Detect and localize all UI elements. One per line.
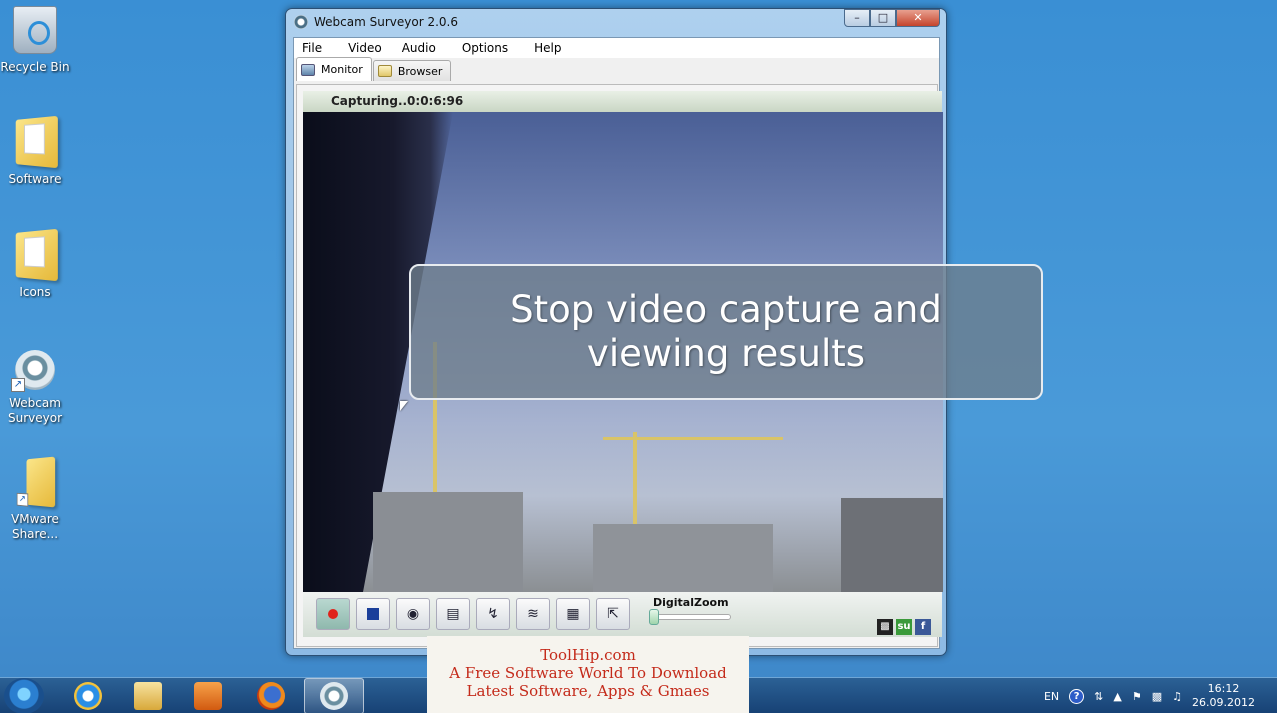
action-center-icon[interactable]: ⚑ bbox=[1132, 690, 1142, 703]
title-bar[interactable]: Webcam Surveyor 2.0.6 – □ ✕ bbox=[286, 9, 946, 35]
desktop-icon-label: Icons bbox=[19, 285, 51, 299]
digital-zoom-slider[interactable] bbox=[653, 614, 731, 620]
digital-zoom-label: DigitalZoom bbox=[653, 596, 729, 609]
digital-zoom-thumb[interactable] bbox=[649, 609, 659, 625]
desktop-icon-label: VMware Share... bbox=[11, 512, 59, 541]
desktop-icon-label: Software bbox=[8, 172, 62, 186]
minimize-button[interactable]: – bbox=[844, 9, 870, 27]
tutorial-caption: Stop video capture and viewing results bbox=[409, 264, 1043, 400]
menu-file[interactable]: File bbox=[298, 41, 334, 55]
fullscreen-icon: ⇱ bbox=[607, 606, 619, 622]
mouse-cursor-icon bbox=[400, 401, 408, 411]
media-player-icon bbox=[194, 682, 222, 710]
recycle-bin-icon bbox=[13, 6, 57, 54]
help-icon[interactable]: ? bbox=[1069, 688, 1085, 704]
screen-capture-icon: ▦ bbox=[566, 606, 580, 622]
show-hidden-icons-icon[interactable]: ▲ bbox=[1113, 690, 1121, 703]
video-file-icon: ▤ bbox=[446, 606, 460, 622]
taskbar-internet-explorer[interactable] bbox=[58, 678, 118, 713]
desktop-icon-label: Webcam Surveyor bbox=[7, 396, 63, 425]
capture-status: Capturing..0:0:6:96 bbox=[303, 91, 942, 112]
taskbar-media-player[interactable] bbox=[178, 678, 238, 713]
motion-detector-button[interactable]: ↯ bbox=[476, 598, 510, 630]
menu-bar: File Video Audio Options Help bbox=[294, 38, 939, 58]
folder-icon: ↗ bbox=[16, 456, 56, 508]
delicious-icon[interactable]: ▩ bbox=[877, 619, 893, 635]
watermark-line-1: ToolHip.com bbox=[540, 646, 636, 664]
maximize-button[interactable]: □ bbox=[870, 9, 896, 27]
stop-icon bbox=[367, 608, 379, 620]
desktop-icon-icons[interactable]: Icons bbox=[0, 228, 70, 300]
watermark-line-3: Latest Software, Apps & Gmaes bbox=[466, 682, 710, 700]
tab-label: Monitor bbox=[321, 63, 363, 76]
tab-browser[interactable]: Browser bbox=[372, 60, 452, 81]
facebook-icon[interactable]: f bbox=[915, 619, 931, 635]
site-watermark: ToolHip.com A Free Software World To Dow… bbox=[427, 636, 749, 713]
desktop-icon-label: Recycle Bin bbox=[0, 60, 70, 74]
shortcut-arrow-icon: ↗ bbox=[11, 378, 25, 392]
motion-detector-icon: ↯ bbox=[487, 606, 499, 622]
tab-label: Browser bbox=[397, 64, 443, 78]
record-button[interactable] bbox=[316, 598, 350, 630]
stop-button[interactable] bbox=[356, 598, 390, 630]
screen-capture-button[interactable]: ▦ bbox=[556, 598, 590, 630]
record-icon bbox=[328, 609, 338, 619]
tab-strip: Monitor Browser bbox=[296, 57, 452, 81]
clock-time: 16:12 bbox=[1207, 682, 1240, 695]
desktop-icon-software[interactable]: Software bbox=[0, 115, 70, 187]
desktop-icon-recycle-bin[interactable]: Recycle Bin bbox=[0, 6, 70, 75]
window-title: Webcam Surveyor 2.0.6 bbox=[314, 15, 458, 29]
menu-help[interactable]: Help bbox=[520, 41, 573, 55]
wireless-broadcast-icon: ≋ bbox=[527, 606, 539, 622]
control-toolbar: ◉ ▤ ↯ ≋ ▦ ⇱ DigitalZoom ▩ su f bbox=[303, 592, 942, 637]
broadcast-button[interactable]: ≋ bbox=[516, 598, 550, 630]
fullscreen-button[interactable]: ⇱ bbox=[596, 598, 630, 630]
taskbar-explorer[interactable] bbox=[118, 678, 178, 713]
network-icon[interactable]: ▩ bbox=[1152, 690, 1162, 703]
webcam-app-icon bbox=[294, 15, 308, 29]
menu-options[interactable]: Options bbox=[448, 41, 520, 55]
clock[interactable]: 16:12 26.09.2012 bbox=[1192, 682, 1255, 710]
desktop-icon-vmware-share[interactable]: ↗ VMware Share... bbox=[0, 456, 70, 542]
internet-explorer-icon bbox=[74, 682, 102, 710]
stumbleupon-icon[interactable]: su bbox=[896, 619, 912, 635]
volume-icon[interactable]: ♫ bbox=[1172, 690, 1182, 703]
firefox-icon bbox=[257, 682, 285, 710]
folder-icon bbox=[15, 228, 58, 282]
folder-icon bbox=[134, 682, 162, 710]
caption-line-1: Stop video capture and bbox=[510, 288, 942, 331]
tab-monitor[interactable]: Monitor bbox=[296, 57, 372, 81]
monitor-icon bbox=[301, 63, 315, 76]
shortcut-arrow-icon: ↗ bbox=[16, 492, 29, 507]
language-indicator[interactable]: EN bbox=[1044, 690, 1059, 703]
start-button[interactable] bbox=[4, 678, 44, 713]
desktop-icon-webcam-surveyor[interactable]: ↗ Webcam Surveyor bbox=[0, 346, 70, 426]
show-desktop-icon[interactable]: ⇅ bbox=[1094, 690, 1103, 703]
menu-audio[interactable]: Audio bbox=[394, 41, 448, 55]
webcam-icon: ↗ bbox=[11, 346, 57, 392]
system-tray: EN ? ⇅ ▲ ⚑ ▩ ♫ 16:12 26.09.2012 bbox=[1044, 678, 1277, 713]
menu-video[interactable]: Video bbox=[334, 41, 394, 55]
clock-date: 26.09.2012 bbox=[1192, 696, 1255, 709]
taskbar-firefox[interactable] bbox=[241, 678, 301, 713]
folder-icon bbox=[377, 65, 392, 77]
video-file-button[interactable]: ▤ bbox=[436, 598, 470, 630]
webcam-icon bbox=[320, 682, 348, 710]
snapshot-icon: ◉ bbox=[406, 606, 420, 622]
folder-icon bbox=[15, 115, 58, 169]
snapshot-button[interactable]: ◉ bbox=[396, 598, 430, 630]
taskbar-webcam-surveyor[interactable] bbox=[304, 678, 364, 713]
watermark-line-2: A Free Software World To Download bbox=[449, 664, 727, 682]
caption-line-2: viewing results bbox=[586, 332, 866, 375]
close-button[interactable]: ✕ bbox=[896, 9, 940, 27]
